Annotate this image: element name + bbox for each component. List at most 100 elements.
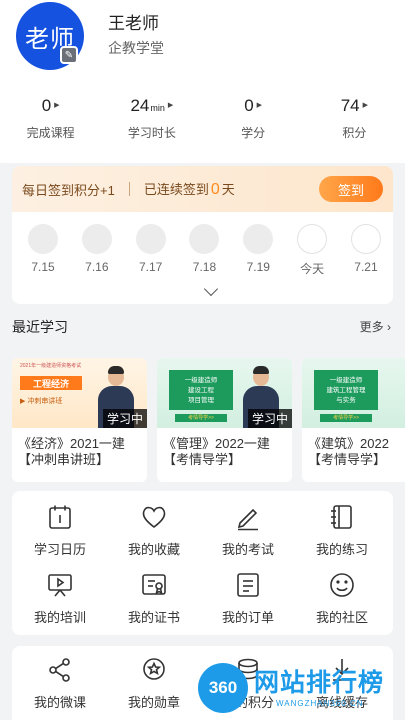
menu-label: 我的勋章 [127, 695, 180, 710]
share-icon [49, 658, 70, 682]
stat-label: 学分 [241, 126, 266, 140]
user-name: 王老师 [108, 14, 159, 33]
thumb-head: 一级建造师 [184, 377, 218, 384]
profile-header: 老师 ✎ 王老师 企教学堂 0 ▶ 完成课程 24min ▶ 学习时长 0 ▶ 学分 … [0, 0, 405, 163]
user-org: 企教学堂 [108, 40, 164, 56]
day-circle [297, 224, 328, 254]
course-title: 《建筑》2022 【考情导学】 [308, 436, 389, 467]
menu-item-orders[interactable]: 我的订单 [202, 571, 294, 626]
day-circle [243, 224, 274, 254]
stat-label: 完成课程 [26, 126, 75, 140]
stat-value: 0 [244, 96, 254, 115]
checkin-tip: 每日签到积分+1 [22, 182, 115, 198]
stat-points[interactable]: 74 ▶ 积分 [304, 96, 405, 141]
chevron-down-icon[interactable] [203, 281, 219, 297]
checkin-card: 每日签到积分+1 已连续签到 0 天 签到 7.15 7.16 7.17 7.18 … [12, 166, 393, 304]
menu-item-favorites[interactable]: 我的收藏 [108, 503, 200, 558]
menu-item-training[interactable]: 我的培训 [14, 571, 106, 626]
thumb-title: 建筑工程管理 与实务 [326, 387, 366, 404]
menu-item-calendar[interactable]: 学习日历 [14, 503, 106, 558]
menu-grid: 学习日历 我的收藏 我的考试 我的练习 我的培训 我的证书 我的订单 我的社区 [12, 491, 393, 635]
watermark: 360 网站排行榜 WANGZHAN360.CN [198, 663, 405, 720]
menu-label: 学习日历 [33, 542, 86, 557]
menu-label: 我的考试 [221, 542, 274, 557]
checkin-days: 7.15 7.16 7.17 7.18 7.19 今天 7.21 [12, 212, 393, 277]
thumb-head: 2021年一级建造师资格考试 [20, 363, 82, 369]
menu-label: 我的培训 [33, 610, 86, 625]
stat-value: 0 [41, 96, 52, 115]
course-thumbnail: 一级建造师建筑工程管理 与实务 考情导学>> [302, 358, 405, 428]
course-title: 《管理》2022一建 【考情导学】 [163, 436, 270, 467]
day-circle [28, 224, 58, 254]
medal-icon [143, 658, 165, 680]
watermark-subtext: WANGZHAN360.CN [276, 699, 364, 708]
day-label: 7.18 [192, 260, 217, 274]
watermark-text: 网站排行榜 [254, 669, 385, 697]
checkin-bar: 每日签到积分+1 已连续签到 0 天 签到 [12, 166, 393, 212]
day-label: 7.15 [31, 260, 55, 274]
thumb-head: 一级建造师 [329, 377, 363, 384]
more-link[interactable]: 更多 › [360, 318, 391, 335]
learning-badge: 学习中 [247, 409, 292, 428]
day-item: 7.18 [187, 224, 221, 277]
menu-item-exam[interactable]: 我的考试 [202, 503, 294, 558]
stat-duration[interactable]: 24min ▶ 学习时长 [101, 96, 202, 141]
course-thumbnail: 2021年一级建造师资格考试 工程经济 ▶ 冲刺串讲班 学习中 [12, 358, 147, 428]
watermark-logo: 360 [198, 663, 248, 713]
course-card[interactable]: 一级建造师建筑工程管理 与实务 考情导学>> 《建筑》2022 【考情导学】 [302, 358, 405, 482]
recent-courses: 2021年一级建造师资格考试 工程经济 ▶ 冲刺串讲班 学习中 《经济》2021… [12, 358, 405, 482]
menu-label: 我的订单 [221, 610, 274, 625]
thumb-subtitle: 考情导学>> [175, 414, 227, 422]
board-icon [48, 574, 72, 597]
course-card[interactable]: 一级建造师建设工程 项目管理 考情导学>> 学习中 《管理》2022一建 【考情导… [157, 358, 292, 482]
heart-icon [142, 506, 166, 529]
thumb-card: 一级建造师建筑工程管理 与实务 [314, 370, 378, 410]
menu-item-practice[interactable]: 我的练习 [296, 503, 388, 558]
course-card[interactable]: 2021年一级建造师资格考试 工程经济 ▶ 冲刺串讲班 学习中 《经济》2021… [12, 358, 147, 482]
chevron-right-icon: ▶ [256, 102, 263, 109]
stat-credits[interactable]: 0 ▶ 学分 [203, 96, 304, 141]
chevron-right-icon: ▶ [54, 102, 60, 109]
menu-item-medals[interactable]: 我的勋章 [108, 656, 200, 711]
learning-badge: 学习中 [102, 409, 147, 428]
day-label: 7.19 [246, 260, 270, 274]
day-label: 7.17 [138, 260, 163, 274]
stat-unit: min [150, 103, 165, 113]
order-icon [237, 573, 259, 597]
stat-courses[interactable]: 0 ▶ 完成课程 [0, 96, 101, 141]
checkin-streak: 已连续签到 0 天 [143, 181, 235, 198]
day-item: 7.19 [241, 224, 275, 277]
menu-label: 我的证书 [127, 610, 180, 625]
section-title-recent: 最近学习 [12, 319, 68, 335]
stat-label: 学习时长 [127, 126, 176, 140]
thumb-title: 工程经济 [20, 376, 82, 390]
menu-item-community[interactable]: 我的社区 [296, 571, 388, 626]
pen-icon [237, 508, 258, 531]
certificate-icon [142, 574, 166, 595]
notebook-icon [331, 505, 352, 529]
menu-label: 我的练习 [315, 542, 368, 557]
thumb-subtitle: 考情导学>> [320, 414, 372, 422]
day-circle [350, 224, 381, 254]
smile-icon [330, 573, 354, 597]
day-label: 7.16 [85, 260, 109, 274]
day-item: 7.21 [349, 224, 383, 277]
thumb-title: 建设工程 项目管理 [188, 387, 214, 404]
menu-label: 我的社区 [315, 610, 368, 625]
day-label: 今天 [300, 262, 325, 276]
course-thumbnail: 一级建造师建设工程 项目管理 考情导学>> 学习中 [157, 358, 292, 428]
menu-label: 我的微课 [33, 695, 86, 710]
menu-item-microcourse[interactable]: 我的微课 [14, 656, 106, 711]
menu-label: 我的收藏 [127, 542, 180, 557]
day-label: 7.21 [354, 260, 378, 274]
streak-count: 0 [210, 181, 220, 198]
stat-label: 积分 [342, 126, 367, 140]
chevron-right-icon: ▶ [167, 102, 174, 109]
menu-item-certificate[interactable]: 我的证书 [108, 571, 200, 626]
edit-icon[interactable]: ✎ [60, 46, 78, 64]
day-circle [189, 224, 220, 254]
day-circle [135, 224, 166, 254]
divider [128, 182, 130, 196]
checkin-button[interactable]: 签到 [319, 176, 383, 202]
chevron-right-icon: ▶ [362, 102, 369, 109]
